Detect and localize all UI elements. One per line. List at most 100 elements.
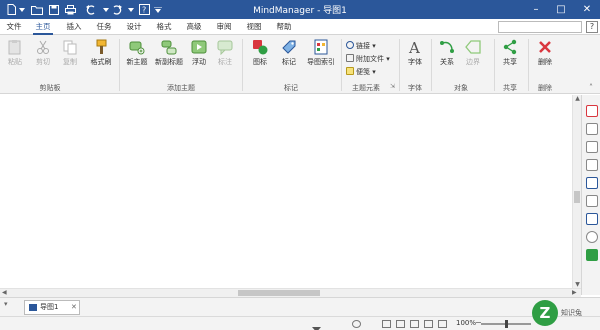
map-document-icon bbox=[29, 304, 37, 311]
browser-panel-icon[interactable] bbox=[586, 231, 598, 243]
zoom-slider-knob[interactable] bbox=[505, 320, 508, 328]
tab-view[interactable]: 视图 bbox=[244, 19, 264, 35]
map-canvas[interactable] bbox=[0, 95, 572, 288]
calendar-panel-icon[interactable] bbox=[586, 123, 598, 135]
tabs-menu-icon[interactable]: ▾ bbox=[4, 300, 8, 308]
format-painter-label: 格式刷 bbox=[90, 58, 112, 66]
search-input[interactable] bbox=[498, 21, 582, 33]
focus-icon[interactable] bbox=[352, 320, 361, 328]
tag-button[interactable]: 标记 bbox=[278, 39, 300, 67]
collapse-ribbon-icon[interactable]: ˄ bbox=[589, 83, 593, 92]
ribbon-separator bbox=[494, 39, 495, 91]
float-topic-button[interactable]: 浮动 bbox=[188, 39, 210, 67]
float-label: 浮动 bbox=[192, 58, 206, 66]
relationship-button[interactable]: 关系 bbox=[436, 39, 458, 67]
zoom-level: 100% bbox=[456, 319, 477, 327]
document-tab-bar: ▾ 导图1 ✕ bbox=[0, 297, 600, 316]
zoom-slider[interactable] bbox=[481, 320, 531, 328]
view-gantt-icon[interactable] bbox=[410, 320, 419, 328]
paste-button[interactable]: 粘贴 bbox=[4, 39, 26, 67]
horizontal-scroll-thumb[interactable] bbox=[238, 290, 320, 296]
view-map-icon[interactable] bbox=[382, 320, 391, 328]
tab-review[interactable]: 审阅 bbox=[214, 19, 234, 35]
markers-panel-icon[interactable] bbox=[586, 105, 598, 117]
link-label: 链接 bbox=[356, 42, 370, 50]
tab-home[interactable]: 主页 bbox=[33, 19, 53, 35]
boundary-icon bbox=[465, 39, 481, 55]
library-panel-icon[interactable] bbox=[586, 177, 598, 189]
scissors-icon bbox=[35, 39, 51, 55]
paste-icon bbox=[7, 39, 23, 55]
copy-button[interactable]: 复制 bbox=[59, 39, 81, 67]
new-subtopic-icon bbox=[161, 39, 177, 55]
map-index-label: 导图索引 bbox=[307, 58, 335, 66]
clipboard-group-label: 剪贴板 bbox=[39, 84, 61, 92]
horizontal-scrollbar[interactable]: ◀ ▶ bbox=[0, 288, 581, 297]
new-subtopic-label: 新副标题 bbox=[155, 58, 183, 66]
svg-text:A: A bbox=[408, 39, 420, 55]
document-tab-close-button[interactable]: ✕ bbox=[71, 301, 77, 314]
fit-map-icon[interactable] bbox=[438, 320, 447, 328]
scroll-left-icon[interactable]: ◀ bbox=[2, 289, 7, 296]
relationship-icon bbox=[439, 39, 455, 55]
tab-insert[interactable]: 插入 bbox=[64, 19, 84, 35]
map-index-button[interactable]: 导图索引 bbox=[306, 39, 336, 67]
tab-format[interactable]: 格式 bbox=[154, 19, 174, 35]
restore-button[interactable]: □ bbox=[549, 1, 573, 18]
new-subtopic-button[interactable]: 新副标题 bbox=[154, 39, 184, 67]
share-panel-icon[interactable] bbox=[586, 159, 598, 171]
scroll-right-icon[interactable]: ▶ bbox=[572, 289, 577, 296]
marker-icons-icon bbox=[252, 39, 268, 55]
status-bar: 100% − bbox=[0, 316, 600, 330]
dialog-launcher-icon[interactable]: ⇲ bbox=[390, 83, 395, 90]
tab-advanced[interactable]: 高级 bbox=[184, 19, 204, 35]
dropdown-arrow-icon[interactable] bbox=[330, 320, 339, 328]
new-topic-button[interactable]: 新主题 bbox=[124, 39, 150, 67]
floating-topic-icon bbox=[191, 39, 207, 55]
vertical-scroll-thumb[interactable] bbox=[574, 191, 580, 203]
link-icon bbox=[346, 41, 354, 49]
relationship-label: 关系 bbox=[440, 58, 454, 66]
note-button[interactable]: 便笺 ▾ bbox=[346, 67, 376, 78]
ribbon-separator bbox=[431, 39, 432, 91]
font-label: 字体 bbox=[408, 58, 422, 66]
tab-file[interactable]: 文件 bbox=[4, 19, 24, 35]
callout-button[interactable]: 标注 bbox=[214, 39, 236, 67]
boundary-button[interactable]: 边界 bbox=[462, 39, 484, 67]
format-painter-button[interactable]: 格式刷 bbox=[88, 39, 114, 67]
objects-group-label: 对象 bbox=[454, 84, 468, 92]
tab-help[interactable]: 帮助 bbox=[274, 19, 294, 35]
minimize-button[interactable]: – bbox=[524, 1, 548, 18]
side-panel bbox=[581, 95, 600, 295]
filter-icon[interactable] bbox=[312, 320, 321, 330]
document-tab[interactable]: 导图1 ✕ bbox=[24, 300, 80, 315]
tag-icon bbox=[281, 39, 297, 55]
share-group-label: 共享 bbox=[503, 84, 517, 92]
close-button[interactable]: ✕ bbox=[575, 1, 599, 18]
view-presentation-icon[interactable] bbox=[424, 320, 433, 328]
help-button[interactable]: ? bbox=[586, 21, 598, 33]
share-button[interactable]: 共享 bbox=[499, 39, 521, 67]
note-icon bbox=[346, 67, 354, 75]
icon-markers-button[interactable]: 图标 bbox=[249, 39, 271, 67]
tab-design[interactable]: 设计 bbox=[124, 19, 144, 35]
note-label: 便笺 bbox=[356, 68, 370, 76]
view-outline-icon[interactable] bbox=[396, 320, 405, 328]
menu-tab-bar: 文件 主页 插入 任务 设计 格式 高级 审阅 视图 帮助 ? bbox=[0, 19, 600, 35]
watermark-logo: Z bbox=[532, 300, 558, 326]
resources-panel-icon[interactable] bbox=[586, 141, 598, 153]
link-button[interactable]: 链接 ▾ bbox=[346, 41, 376, 52]
add-topic-group-label: 添加主题 bbox=[167, 84, 195, 92]
notes-panel-icon[interactable] bbox=[586, 213, 598, 225]
add-in-panel-icon[interactable] bbox=[586, 249, 598, 261]
attach-file-button[interactable]: 附加文件 ▾ bbox=[346, 54, 390, 65]
tab-task[interactable]: 任务 bbox=[94, 19, 114, 35]
attach-file-label: 附加文件 bbox=[356, 55, 384, 63]
copy-label: 复制 bbox=[63, 58, 77, 66]
vertical-scrollbar[interactable]: ▲ ▼ bbox=[572, 95, 581, 288]
cut-button[interactable]: 剪切 bbox=[32, 39, 54, 67]
font-button[interactable]: A 字体 bbox=[404, 39, 426, 67]
delete-x-icon bbox=[537, 39, 553, 55]
delete-button[interactable]: 删除 bbox=[534, 39, 556, 67]
search-panel-icon[interactable] bbox=[586, 195, 598, 207]
